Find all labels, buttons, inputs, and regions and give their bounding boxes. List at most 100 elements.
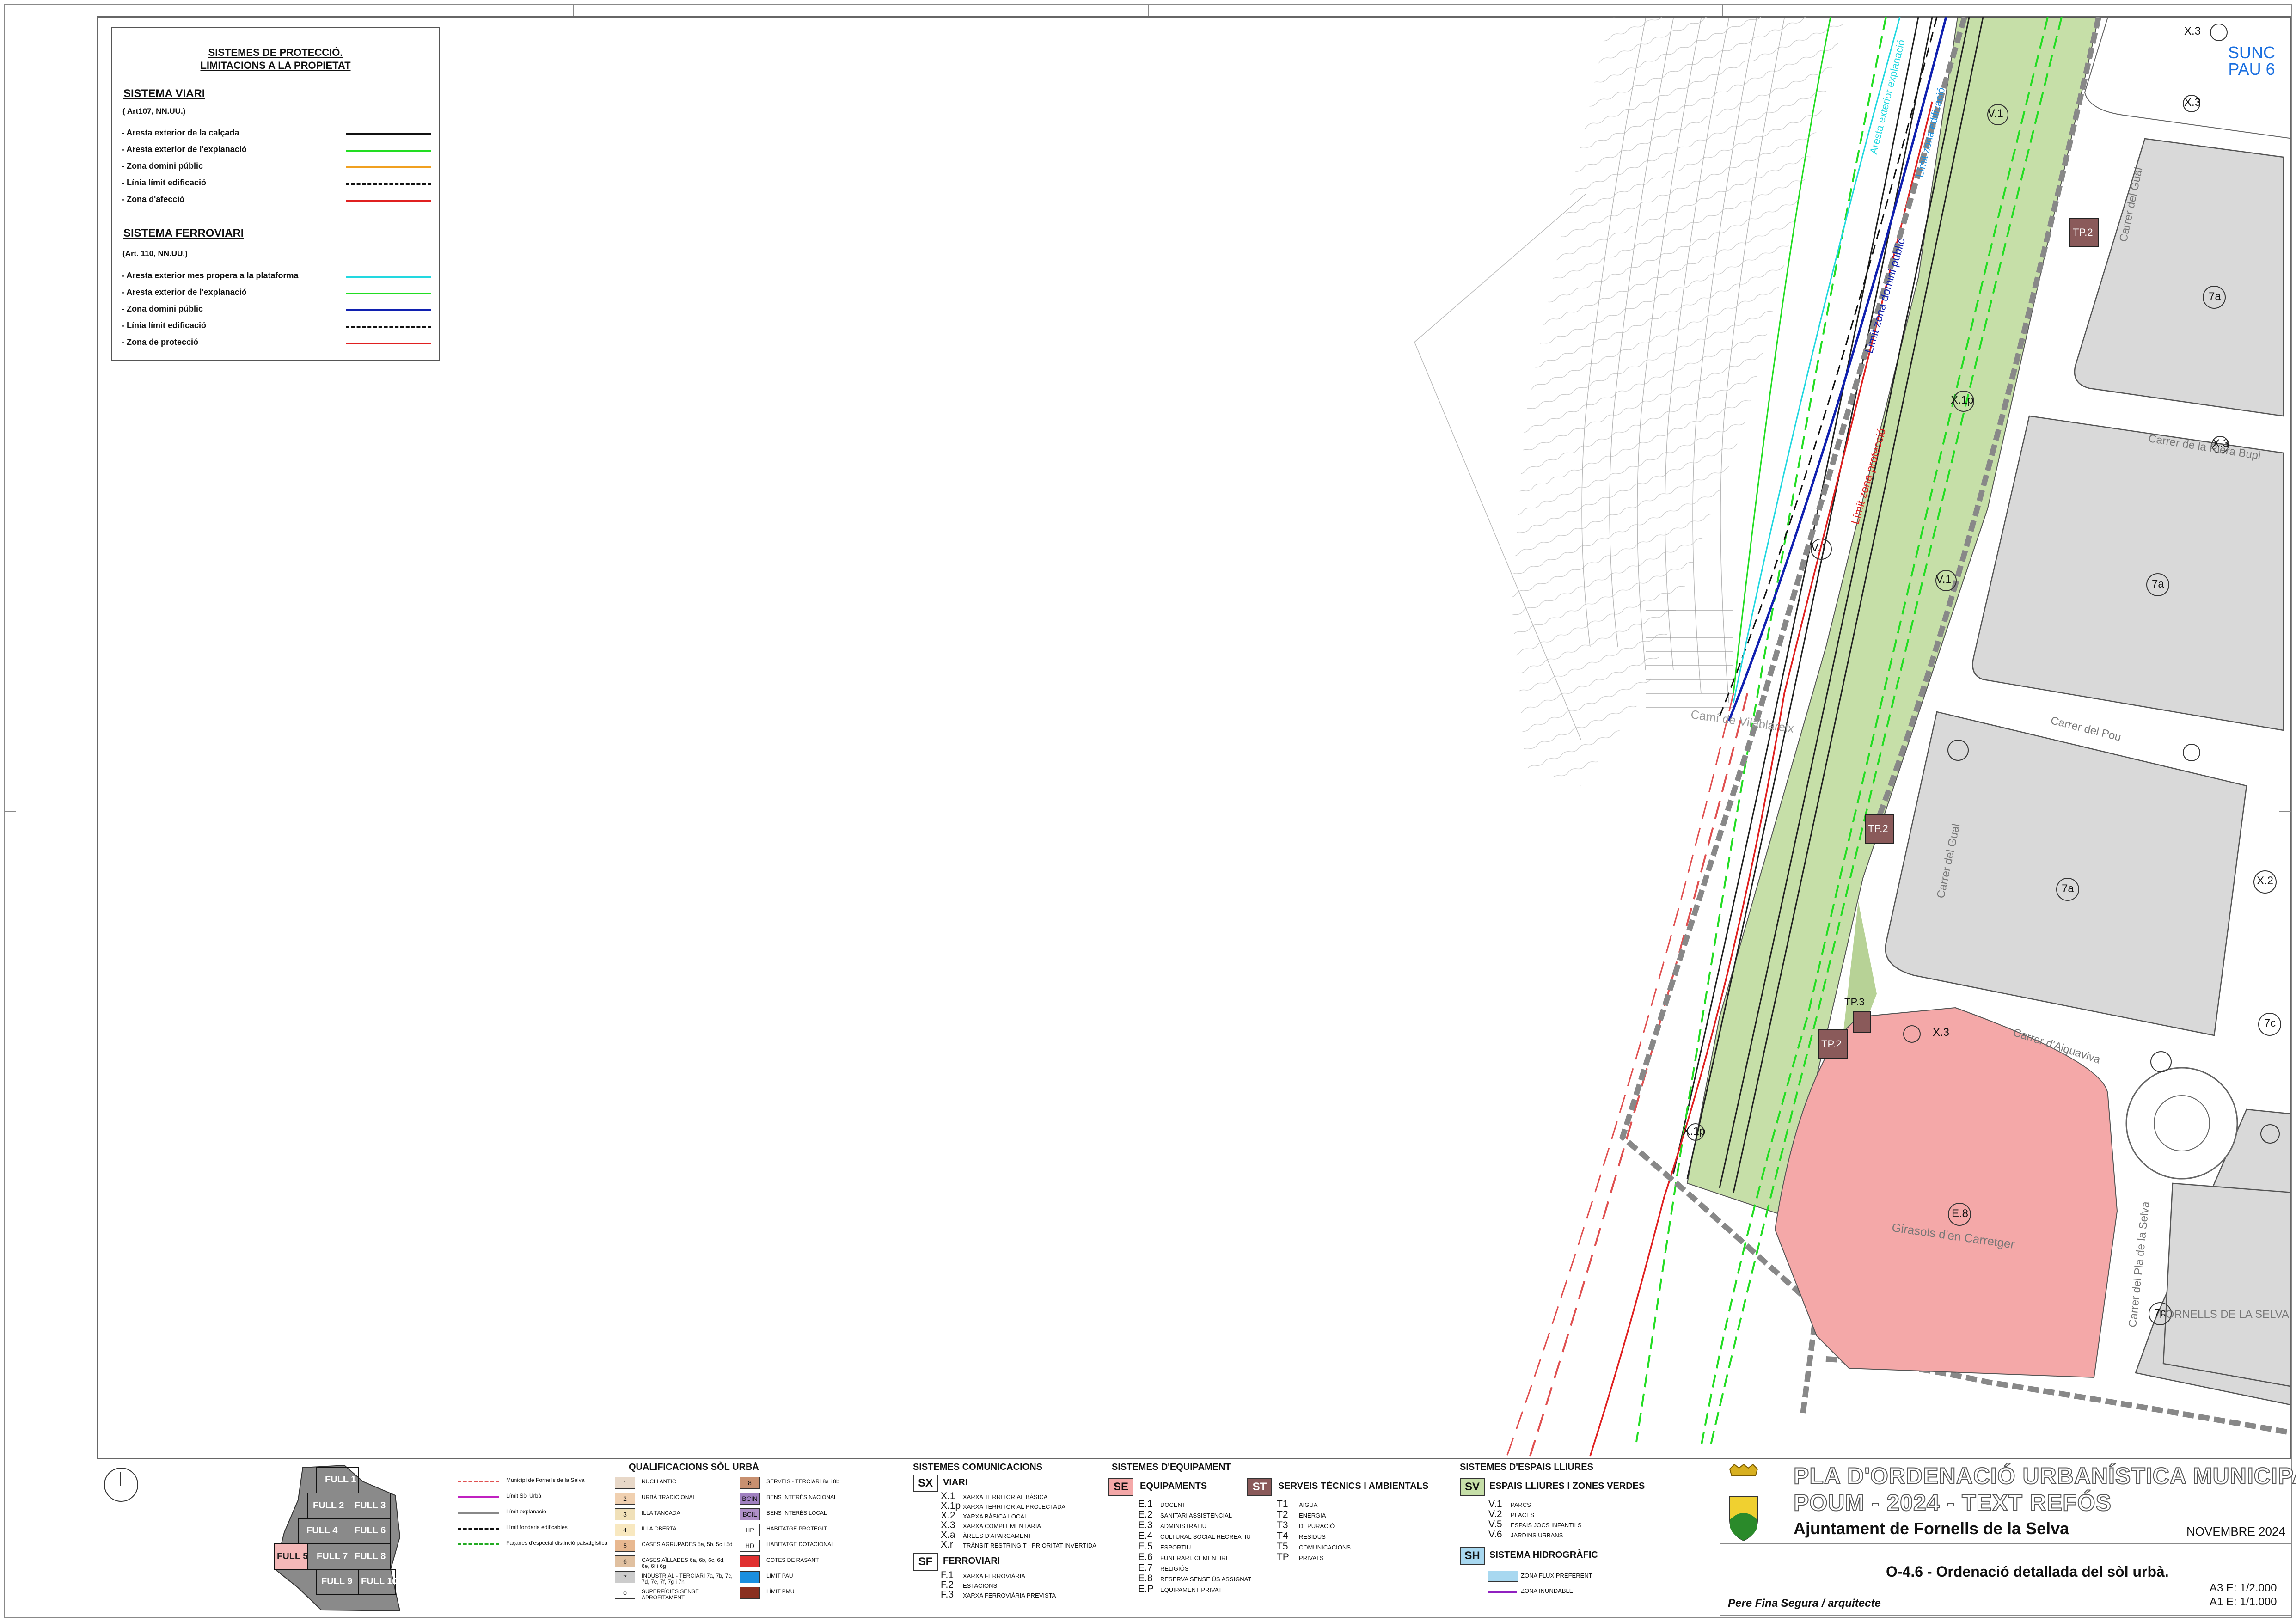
qualificacions-left: 1 NUCLI ANTIC 2 URBÀ TRADICIONAL 3 ILLA TANCA… (615, 1477, 735, 1616)
legend-row: - Zona d'afecció (122, 195, 431, 206)
viari-heading: SISTEMA VIARI (123, 87, 205, 100)
legend-row-label: - Línia límit edificació (122, 321, 207, 330)
date-label: NOVEMBRE 2024 (2186, 1524, 2285, 1538)
key-sheet-2: FULL 2 (313, 1500, 344, 1511)
code-item-label: XARXA BÀSICA LOCAL (963, 1513, 1028, 1520)
zone-label: V.1 (1811, 542, 1827, 554)
code-item-code: F.3 (941, 1589, 954, 1600)
legend-line-swatch (346, 326, 431, 328)
legend-line-swatch (346, 276, 431, 278)
zone-label: X.3 (2184, 96, 2201, 109)
key-sheet-6: FULL 7 (317, 1551, 348, 1561)
qualification-swatch (740, 1571, 760, 1583)
pau-text: PAU 6 (2228, 60, 2275, 79)
line-label: Límit fondaria edificables (506, 1524, 568, 1530)
code-item-label: ADMINISTRATIU (1160, 1523, 1207, 1530)
code-item-code: E.7 (1138, 1562, 1153, 1573)
qualification-swatch: 0 (615, 1587, 635, 1599)
qualification-label: HABITATGE DOTACIONAL (766, 1541, 834, 1548)
code-item-label: DEPURACIÓ (1299, 1523, 1335, 1530)
qualification-swatch (740, 1555, 760, 1567)
key-sheet-9: FULL 10 (361, 1576, 398, 1586)
code-item: V.2 PLACES (1488, 1509, 1534, 1520)
line-label: Municipi de Fornells de la Selva (506, 1477, 585, 1483)
equipment-zone-e8 (1774, 1007, 2118, 1378)
key-sheet-current: FULL 5 (277, 1551, 308, 1561)
inundable-swatch (1488, 1591, 1517, 1593)
key-sheet-4: FULL 4 (306, 1525, 338, 1536)
code-item-code: T5 (1277, 1541, 1288, 1552)
legend-row: - Aresta exterior mes propera a la plata… (122, 271, 431, 282)
code-item-code: T2 (1277, 1509, 1288, 1520)
qualification-label: ILLA TANCADA (642, 1510, 680, 1516)
qualificacions-right: 8 SERVEIS - TERCIARI 8a i 8b BCIN BENS INTE… (740, 1477, 892, 1616)
qualificacions-heading: QUALIFICACIONS SÒL URBÀ (629, 1462, 759, 1472)
fornells-label: FORNELLS DE LA SELVA (2159, 1308, 2289, 1321)
code-item-label: COMUNICACIONS (1299, 1544, 1351, 1551)
code-item-label: XARXA FERROVIÀRIA (963, 1573, 1026, 1579)
qualification-label: BENS INTERÈS LOCAL (766, 1510, 827, 1516)
code-item: V.5 ESPAIS JOCS INFANTILS (1488, 1519, 1582, 1530)
code-item-label: XARXA TERRITORIAL BÀSICA (963, 1493, 1048, 1500)
code-item: E.3 ADMINISTRATIU (1138, 1520, 1206, 1531)
equipaments-label: EQUIPAMENTS (1140, 1481, 1207, 1491)
code-item-label: AIGUA (1299, 1501, 1318, 1508)
qualification-label: LÍMIT PAU (766, 1573, 793, 1579)
code-item-label: FUNERARI, CEMENTIRI (1160, 1555, 1228, 1561)
legend-row: - Zona domini públic (122, 161, 431, 172)
legend-line-swatch (346, 309, 431, 311)
code-item-code: E.1 (1138, 1499, 1153, 1509)
qualification-label: COTES DE RASANT (766, 1557, 819, 1563)
inundable-label: ZONA INUNDABLE (1521, 1587, 1574, 1594)
ferroviari-heading: SISTEMA FERROVIARI (123, 227, 244, 239)
qualification-swatch: 7 (615, 1571, 635, 1583)
viari-note: ( Art107, NN.UU.) (122, 107, 186, 116)
legend-row-label: - Zona domini públic (122, 304, 203, 313)
qualification-label: HABITATGE PROTEGIT (766, 1525, 827, 1532)
legend-line-swatch (346, 293, 431, 294)
line-swatch (458, 1481, 499, 1482)
legend-row-label: - Aresta exterior de la calçada (122, 128, 239, 137)
zone-label: 7c (2264, 1017, 2276, 1029)
code-item: T5 COMUNICACIONS (1277, 1541, 1351, 1552)
code-item-label: XARXA COMPLEMENTÀRIA (963, 1523, 1041, 1530)
code-item-code: V.1 (1488, 1499, 1502, 1509)
legend-row-label: - Zona domini públic (122, 161, 203, 171)
code-item: E.8 RESERVA SENSE ÚS ASSIGNAT (1138, 1573, 1251, 1584)
qualification-swatch: 5 (615, 1540, 635, 1552)
scale-a3: A3 E: 1/2.000 (2210, 1582, 2277, 1594)
tp-label: TP.2 (2073, 226, 2093, 238)
plan-title-main: PLA D'ORDENACIÓ URBANÍSTICA MUNICIPAL (1793, 1463, 2296, 1489)
qualification-label: SERVEIS - TERCIARI 8a i 8b (766, 1478, 839, 1485)
code-item: E.5 ESPORTIU (1138, 1541, 1191, 1552)
code-item-label: EQUIPAMENT PRIVAT (1160, 1586, 1222, 1593)
code-item-code: E.P (1138, 1584, 1154, 1594)
key-sheet-1: FULL 1 (325, 1475, 356, 1485)
st-badge: ST (1247, 1478, 1272, 1496)
code-item: E.2 SANITARI ASSISTENCIAL (1138, 1509, 1232, 1520)
code-item-code: E.5 (1138, 1541, 1153, 1552)
key-sheet-3: FULL 3 (355, 1500, 386, 1511)
code-item: T2 ENERGIA (1277, 1509, 1326, 1520)
municipal-coat-of-arms (1729, 1464, 1758, 1542)
tp-label: TP.2 (1868, 823, 1888, 834)
sv-label: ESPAIS LLIURES I ZONES VERDES (1489, 1481, 1645, 1491)
line-swatch (458, 1496, 499, 1498)
code-item-code: E.3 (1138, 1520, 1153, 1530)
code-item-code: E.4 (1138, 1530, 1153, 1541)
code-item-code: E.2 (1138, 1509, 1153, 1520)
qualification-label: ILLA OBERTA (642, 1525, 677, 1532)
key-map: FULL 1 FULL 2 FULL 3 FULL 4 FULL 6 FULL … (274, 1464, 401, 1612)
qualification-label: CASES AÏLLADES 6a, 6b, 6c, 6d, 6e, 6f i … (642, 1557, 725, 1569)
code-item-label: TRÀNSIT RESTRINGIT - PRIORITAT INVERTIDA (963, 1542, 1096, 1549)
code-item-code: T3 (1277, 1520, 1288, 1530)
qualification-swatch: HD (740, 1540, 760, 1552)
code-item-label: RELIGIÓS (1160, 1565, 1189, 1572)
zone-label: 7a (2152, 578, 2164, 590)
viari-items: X.1 XARXA TERRITORIAL BÀSICA X.1p XARXA TER… (941, 1491, 1135, 1565)
code-item-label: DOCENT (1160, 1501, 1186, 1508)
line-label: Límit explanació (506, 1508, 546, 1515)
code-item-label: ESPORTIU (1160, 1544, 1191, 1551)
code-item-code: V.2 (1488, 1509, 1502, 1519)
line-swatch (458, 1512, 499, 1514)
